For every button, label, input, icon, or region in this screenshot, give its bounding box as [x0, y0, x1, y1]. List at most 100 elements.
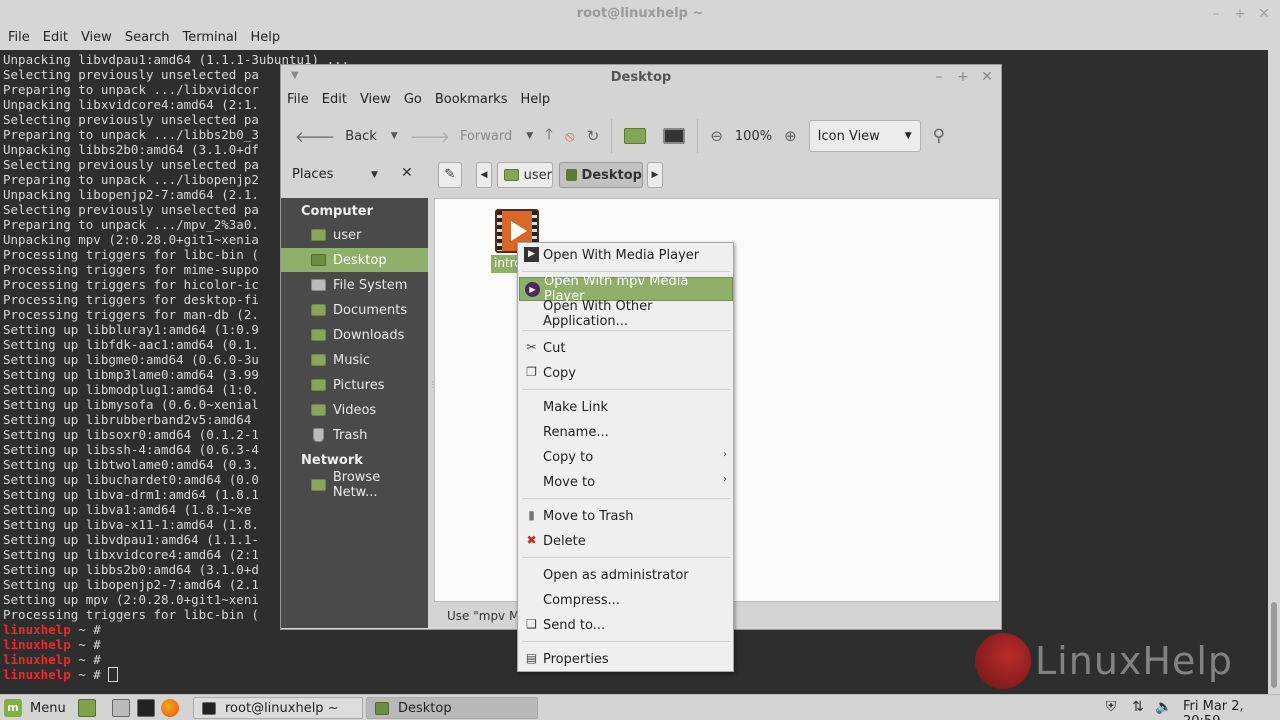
sidebar-item-pictures[interactable]: Pictures — [281, 373, 428, 397]
sidebar-item-file-system[interactable]: File System — [281, 273, 428, 297]
zoom-in-button[interactable]: ⊕ — [778, 120, 803, 152]
fm-menu-file[interactable]: File — [287, 90, 315, 112]
computer-button[interactable] — [657, 120, 691, 152]
menu-open-with-media-player[interactable]: ▶ Open With Media Player — [519, 243, 733, 267]
sidebar-heading-computer: Computer — [301, 204, 374, 219]
sidebar-item-trash[interactable]: Trash — [281, 423, 428, 447]
start-menu-button[interactable]: m Menu — [4, 697, 66, 719]
menu-cut[interactable]: ✂ Cut — [519, 336, 733, 360]
back-label: Back — [345, 128, 377, 144]
edit-location-button[interactable]: ✎ — [438, 162, 462, 188]
breadcrumb-desktop[interactable]: Desktop — [559, 162, 643, 188]
back-button[interactable]: 🡐 Back ▼ — [289, 120, 404, 152]
menu-open-with-other[interactable]: Open With Other Application... — [519, 299, 733, 329]
show-desktop-icon[interactable] — [78, 699, 96, 717]
menu-delete[interactable]: ✖ Delete — [519, 529, 733, 553]
shield-icon[interactable]: ⛨ — [1102, 698, 1120, 716]
terminal-menu-terminal[interactable]: Terminal — [182, 28, 243, 50]
chevron-down-icon[interactable]: ▼ — [526, 131, 533, 141]
sidebar-item-label: Music — [333, 352, 370, 368]
sidebar-item-browse-network[interactable]: Browse Netw... — [281, 470, 428, 500]
volume-icon[interactable]: 🔈 — [1155, 698, 1173, 716]
terminal-scrollbar[interactable] — [1268, 50, 1280, 694]
view-mode-select[interactable]: Icon View ▼ — [808, 120, 921, 152]
sidebar-item-music[interactable]: Music — [281, 348, 428, 372]
maximize-icon[interactable]: + — [953, 67, 973, 87]
search-icon: ⚲ — [932, 126, 946, 146]
chevron-down-icon[interactable]: ▼ — [371, 170, 378, 180]
menu-copy[interactable]: ❐ Copy — [519, 361, 733, 385]
pencil-icon: ✎ — [444, 167, 456, 182]
menu-send-to[interactable]: ❑ Send to... — [519, 613, 733, 637]
sidebar-item-documents[interactable]: Documents — [281, 298, 428, 322]
arrow-left-icon: 🡐 — [295, 127, 336, 146]
sidebar-heading-network: Network — [301, 453, 363, 468]
menu-rename[interactable]: Rename... — [519, 420, 733, 444]
places-selector[interactable]: Places — [292, 167, 333, 182]
folder-icon — [311, 304, 326, 316]
terminal-menu-view[interactable]: View — [81, 28, 118, 50]
fm-menu-edit[interactable]: Edit — [322, 90, 353, 112]
menu-open-as-admin[interactable]: Open as administrator — [519, 563, 733, 587]
menu-move-to-trash[interactable]: ▮ Move to Trash — [519, 504, 733, 528]
stop-button[interactable]: ⦸ — [559, 120, 581, 152]
sidebar-item-desktop[interactable]: Desktop — [281, 248, 428, 272]
terminal-menu-edit[interactable]: Edit — [43, 28, 74, 50]
terminal-menu-file[interactable]: File — [8, 28, 36, 50]
taskbar-window-label: Desktop — [398, 700, 452, 716]
minimize-icon[interactable]: – — [929, 67, 949, 87]
terminal-titlebar: root@linuxhelp ~ – + ✕ — [0, 0, 1280, 28]
clock[interactable]: Fri Mar 2, 20:59 — [1183, 699, 1280, 720]
sidebar-splitter[interactable]: ⋮ — [429, 380, 437, 410]
search-button[interactable]: ⚲ — [927, 120, 951, 152]
terminal-prompt-line: linuxhelp ~ # — [3, 667, 349, 682]
terminal-title: root@linuxhelp ~ — [576, 6, 704, 21]
menu-item-label: Open as administrator — [543, 567, 689, 583]
film-strip — [497, 211, 502, 251]
sidebar-item-user[interactable]: user — [281, 223, 428, 247]
sidebar-item-label: Trash — [333, 427, 368, 443]
menu-compress[interactable]: Compress... — [519, 588, 733, 612]
menu-copy-to[interactable]: Copy to › — [519, 445, 733, 469]
chevron-down-icon[interactable]: ▼ — [391, 131, 398, 141]
up-button[interactable]: 🡑 — [539, 120, 559, 152]
close-sidebar-icon[interactable]: ✕ — [401, 165, 413, 181]
sidebar-item-label: user — [333, 227, 362, 243]
file-manager-launcher-icon[interactable] — [112, 699, 130, 717]
home-folder-icon — [624, 128, 647, 144]
breadcrumb-next-button[interactable]: ▶ — [647, 162, 663, 188]
menu-make-link[interactable]: Make Link — [519, 395, 733, 419]
fm-menu-bookmarks[interactable]: Bookmarks — [435, 90, 514, 112]
menu-item-label: Move to — [543, 474, 596, 490]
sidebar-item-downloads[interactable]: Downloads — [281, 323, 428, 347]
minimize-icon[interactable]: – — [1206, 4, 1226, 24]
properties-icon: ▤ — [525, 651, 538, 665]
fm-menu-go[interactable]: Go — [404, 90, 428, 112]
zoom-out-button[interactable]: ⊖ — [704, 120, 729, 152]
close-icon[interactable]: ✕ — [977, 67, 997, 87]
maximize-icon[interactable]: + — [1230, 4, 1250, 24]
terminal-launcher-icon[interactable] — [137, 699, 155, 717]
menu-separator — [522, 271, 730, 272]
sidebar-item-videos[interactable]: Videos — [281, 398, 428, 422]
close-icon[interactable]: ✕ — [1254, 4, 1274, 24]
home-button[interactable] — [618, 120, 657, 152]
mpv-icon: ▶ — [525, 282, 540, 297]
breadcrumb-user[interactable]: user — [497, 162, 553, 188]
breadcrumb-prev-button[interactable]: ◀ — [476, 162, 492, 188]
menu-open-with-mpv[interactable]: ▶ Open With mpv Media Player — [519, 274, 733, 304]
fm-menu-help[interactable]: Help — [520, 90, 556, 112]
reload-button[interactable]: ↻ — [581, 120, 606, 152]
scrollbar-thumb[interactable] — [1271, 602, 1277, 688]
taskbar-terminal-window[interactable]: root@linuxhelp ~ — [193, 697, 363, 719]
fm-menu-view[interactable]: View — [360, 90, 397, 112]
terminal-menu-help[interactable]: Help — [250, 28, 286, 50]
taskbar-desktop-window[interactable]: Desktop — [366, 697, 538, 719]
menu-properties[interactable]: ▤ Properties — [519, 647, 733, 671]
forward-button[interactable]: 🡒 Forward ▼ — [404, 120, 539, 152]
network-icon[interactable]: ⇅ — [1129, 698, 1147, 716]
menu-move-to[interactable]: Move to › — [519, 470, 733, 494]
firefox-icon[interactable] — [161, 699, 179, 717]
chevron-right-icon: ▶ — [651, 170, 659, 180]
terminal-menu-search[interactable]: Search — [125, 28, 176, 50]
